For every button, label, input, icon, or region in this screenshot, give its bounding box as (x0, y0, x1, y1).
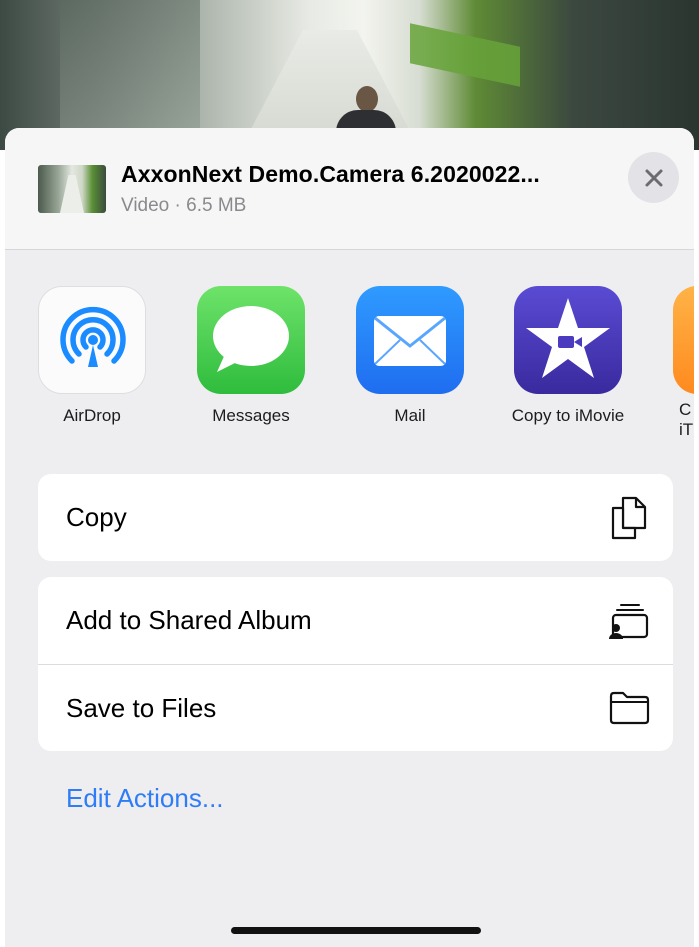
action-label: Save to Files (66, 692, 217, 723)
copy-icon (607, 496, 651, 540)
file-title: AxxonNext Demo.Camera 6.2020022... (121, 161, 540, 187)
close-icon (645, 169, 662, 186)
imovie-icon (514, 286, 622, 394)
app-messages[interactable]: Messages (191, 286, 311, 426)
partial-label-line1: C (679, 400, 692, 419)
airdrop-icon (38, 286, 146, 394)
video-thumbnail (38, 165, 106, 213)
share-sheet: AxxonNext Demo.Camera 6.2020022... Video… (5, 128, 694, 947)
action-label: Add to Shared Album (66, 605, 312, 635)
mail-icon (356, 286, 464, 394)
file-subtitle: Video · 6.5 MB (121, 195, 247, 216)
folder-icon (607, 686, 651, 730)
partial-app-label: C iT (679, 400, 693, 440)
action-copy[interactable]: Copy (38, 474, 673, 561)
action-group-copy: Copy (38, 474, 673, 561)
app-mail[interactable]: Mail (350, 286, 470, 426)
app-imovie[interactable]: Copy to iMovie (495, 286, 641, 426)
share-sheet-header: AxxonNext Demo.Camera 6.2020022... Video… (5, 128, 694, 250)
close-button[interactable] (628, 152, 679, 203)
app-label: Copy to iMovie (511, 406, 625, 425)
partial-app-icon (673, 286, 694, 394)
green-wall-stripe (410, 23, 520, 87)
app-label: Mail (394, 406, 426, 425)
action-add-to-shared-album[interactable]: Add to Shared Album (38, 577, 673, 664)
messages-icon (197, 286, 305, 394)
partial-label-line2: iT (679, 420, 694, 439)
action-group-secondary: Add to Shared Album Save to Files (38, 577, 673, 751)
action-label: Copy (66, 502, 127, 532)
app-label: AirDrop (63, 406, 121, 425)
person-head (356, 86, 378, 112)
home-indicator[interactable] (231, 927, 481, 934)
shared-album-icon (607, 599, 651, 643)
app-partial[interactable] (673, 286, 694, 394)
app-airdrop[interactable]: AirDrop (32, 286, 152, 426)
edit-actions-link[interactable]: Edit Actions... (66, 783, 224, 814)
action-save-to-files[interactable]: Save to Files (38, 664, 673, 751)
app-label: Messages (212, 406, 290, 425)
